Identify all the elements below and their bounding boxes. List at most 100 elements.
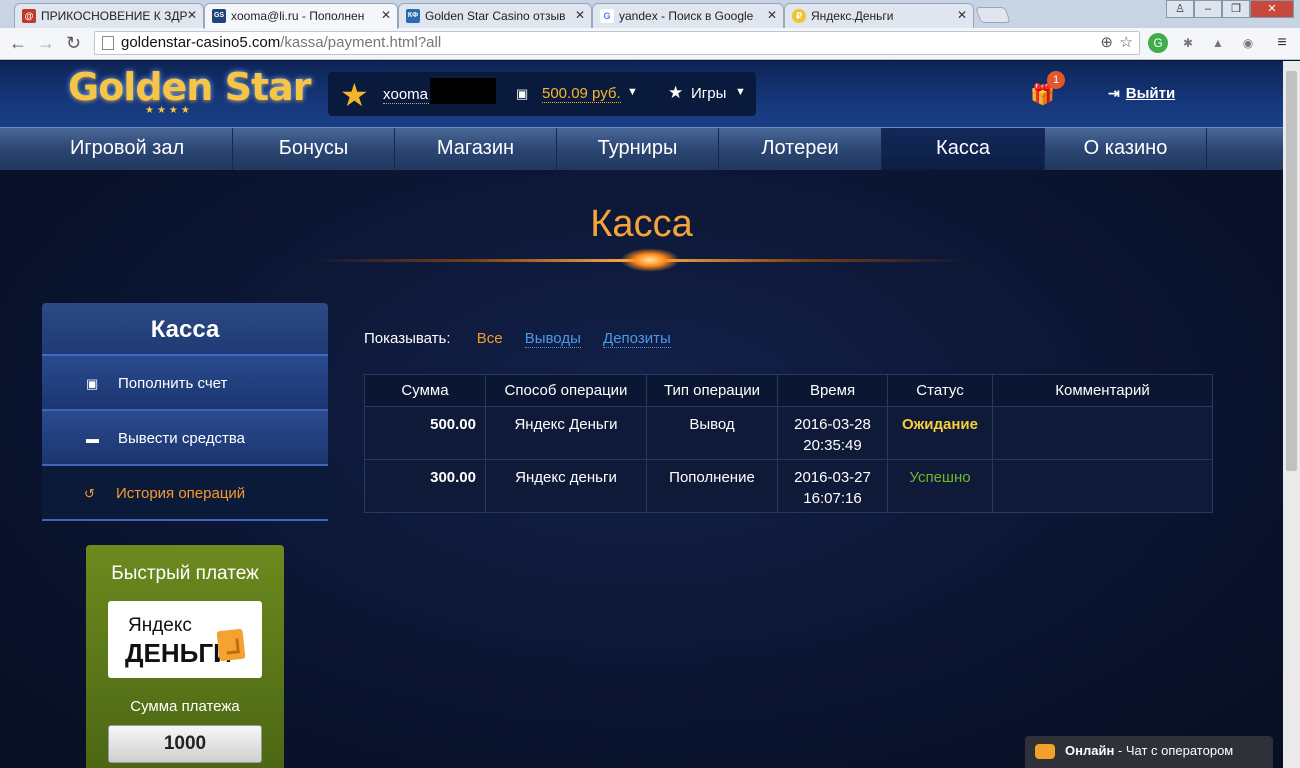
chevron-down-icon[interactable]: ▼ <box>735 86 746 98</box>
close-window-button[interactable]: ✕ <box>1250 0 1294 18</box>
maximize-button[interactable]: ❐ <box>1222 0 1250 18</box>
zoom-icon[interactable]: ⊕ <box>1100 33 1113 51</box>
sidebar-item-label: Пополнить счет <box>118 375 228 392</box>
back-arrow-icon[interactable]: ← <box>9 33 27 54</box>
quick-payment-title: Быстрый платеж <box>111 563 259 584</box>
balance-dropdown[interactable]: 500.09 руб. <box>542 85 621 103</box>
tab-close-icon[interactable]: ✕ <box>187 8 197 22</box>
browser-tab-3[interactable]: G yandex - Поиск в Google ✕ <box>592 3 784 28</box>
forward-arrow-icon[interactable]: → <box>37 33 55 54</box>
cell-type: Пополнение <box>646 459 778 513</box>
cell-amount: 300.00 <box>364 459 486 513</box>
cell-status: Ожидание <box>887 406 993 460</box>
logout-icon: ⇥ <box>1108 85 1120 101</box>
amount-input[interactable]: 1000 <box>108 725 262 763</box>
filter-withdrawals[interactable]: Выводы <box>524 330 581 348</box>
tab-close-icon[interactable]: ✕ <box>957 8 967 22</box>
nav-item-about[interactable]: О казино <box>1045 128 1207 170</box>
rank-star-icon: ★ <box>340 77 369 113</box>
logo-stars-icon: ★★★★ <box>145 105 193 116</box>
filter-all[interactable]: Все <box>477 330 503 347</box>
browser-tab-2[interactable]: КФ Golden Star Casino отзыв ✕ <box>398 3 592 28</box>
games-dropdown[interactable]: Игры <box>691 85 726 102</box>
logout-label: Выйти <box>1125 85 1176 102</box>
col-time: Время <box>777 374 888 407</box>
reload-icon[interactable]: ↻ <box>66 33 81 54</box>
url-path: /kassa/payment.html?all <box>280 34 442 51</box>
wallet-icon <box>216 628 246 662</box>
col-amount: Сумма <box>364 374 486 407</box>
cell-clock: 16:07:16 <box>803 490 862 507</box>
tab-title: ПРИКОСНОВЕНИЕ К ЗДР <box>41 9 188 23</box>
new-tab-button[interactable] <box>975 7 1011 23</box>
window-controls: ♙ – ❐ ✕ <box>1166 0 1294 18</box>
nav-item-shop[interactable]: Магазин <box>395 128 557 170</box>
chat-widget[interactable]: Онлайн - Чат с оператором <box>1025 736 1273 768</box>
tab-favicon-icon: ₽ <box>792 9 806 23</box>
nav-item-game-hall[interactable]: Игровой зал <box>0 128 233 170</box>
chat-status: Онлайн <box>1065 743 1115 758</box>
tab-close-icon[interactable]: ✕ <box>381 8 391 22</box>
sidebar-title: Касса <box>42 303 328 356</box>
table-header-row: Сумма Способ операции Тип операции Время… <box>364 374 1213 407</box>
table-row: 500.00 Яндекс Деньги Вывод 2016-03-28 20:… <box>364 406 1213 460</box>
url-host: goldenstar-casino5.com <box>121 34 281 51</box>
col-method: Способ операции <box>485 374 647 407</box>
filter-deposits[interactable]: Депозиты <box>603 330 671 348</box>
nav-item-cashier[interactable]: Касса <box>882 128 1045 170</box>
menu-icon[interactable]: ≡ <box>1272 33 1292 53</box>
nav-item-bonuses[interactable]: Бонусы <box>233 128 395 170</box>
cell-clock: 20:35:49 <box>803 437 862 454</box>
cell-date: 2016-03-27 <box>794 469 871 486</box>
minimize-button[interactable]: – <box>1194 0 1222 18</box>
browser-tabbar: @ ПРИКОСНОВЕНИЕ К ЗДР ✕ GS xooma@li.ru -… <box>0 0 1300 29</box>
sidebar-item-history[interactable]: ↺ История операций <box>42 466 328 521</box>
cell-comment <box>992 459 1213 513</box>
tab-close-icon[interactable]: ✕ <box>575 8 585 22</box>
tab-favicon-icon: G <box>600 9 614 23</box>
logo-line-1: Яндекс <box>128 615 192 636</box>
page-scrollbar[interactable] <box>1283 61 1300 768</box>
extension-icon-db[interactable]: ◉ <box>1238 33 1258 53</box>
logo-line-2: ДЕНЬГИ <box>125 638 232 668</box>
browser-tab-1[interactable]: GS xooma@li.ru - Пополнен ✕ <box>204 3 398 29</box>
logout-link[interactable]: ⇥ Выйти <box>1108 85 1175 102</box>
sidebar-item-deposit[interactable]: ▣ Пополнить счет <box>42 356 328 411</box>
tab-close-icon[interactable]: ✕ <box>767 8 777 22</box>
url-input[interactable]: goldenstar-casino5.com/kassa/payment.htm… <box>94 31 1140 55</box>
user-icon[interactable]: ♙ <box>1166 0 1194 18</box>
cell-type: Вывод <box>646 406 778 460</box>
cell-time: 2016-03-28 20:35:49 <box>777 406 888 460</box>
gift-count-badge: 1 <box>1047 71 1065 89</box>
extension-icon-drive[interactable]: ▲ <box>1208 33 1228 53</box>
yandex-money-logo[interactable]: Яндекс ДЕНЬГИ <box>108 601 262 678</box>
money-icon: ▣ <box>86 376 99 391</box>
browser-tab-0[interactable]: @ ПРИКОСНОВЕНИЕ К ЗДР ✕ <box>14 3 204 28</box>
scrollbar-thumb[interactable] <box>1286 71 1297 471</box>
extension-icon-green[interactable]: G <box>1148 33 1168 53</box>
cell-status: Успешно <box>887 459 993 513</box>
tab-title: yandex - Поиск в Google <box>619 9 754 23</box>
table-row: 300.00 Яндекс деньги Пополнение 2016-03-… <box>364 459 1213 513</box>
extension-icon-tools[interactable]: ✱ <box>1178 33 1198 53</box>
nav-item-lotteries[interactable]: Лотереи <box>719 128 882 170</box>
nav-item-tournaments[interactable]: Турниры <box>557 128 719 170</box>
browser-tab-4[interactable]: ₽ Яндекс.Деньги ✕ <box>784 3 974 28</box>
col-status: Статус <box>887 374 993 407</box>
bookmark-star-icon[interactable]: ☆ <box>1120 33 1133 51</box>
cell-date: 2016-03-28 <box>794 416 871 433</box>
amount-label: Сумма платежа <box>130 698 240 715</box>
cell-time: 2016-03-27 16:07:16 <box>777 459 888 513</box>
sidebar-item-withdraw[interactable]: ▬ Вывести средства <box>42 411 328 466</box>
page-icon <box>102 36 114 50</box>
chevron-down-icon[interactable]: ▼ <box>627 86 638 98</box>
operations-table: Сумма Способ операции Тип операции Время… <box>364 374 1213 513</box>
title-glow-spark <box>620 248 680 272</box>
operation-filters: Показывать: Все Выводы Депозиты <box>364 330 671 348</box>
user-panel: ★ xooma ▣ 500.09 руб. ▼ ★ Игры ▼ <box>328 72 756 116</box>
tab-title: xooma@li.ru - Пополнен <box>231 9 365 23</box>
tab-favicon-icon: GS <box>212 9 226 23</box>
tab-title: Яндекс.Деньги <box>811 9 894 23</box>
cell-comment <box>992 406 1213 460</box>
logo[interactable]: Golden Star <box>68 65 311 109</box>
